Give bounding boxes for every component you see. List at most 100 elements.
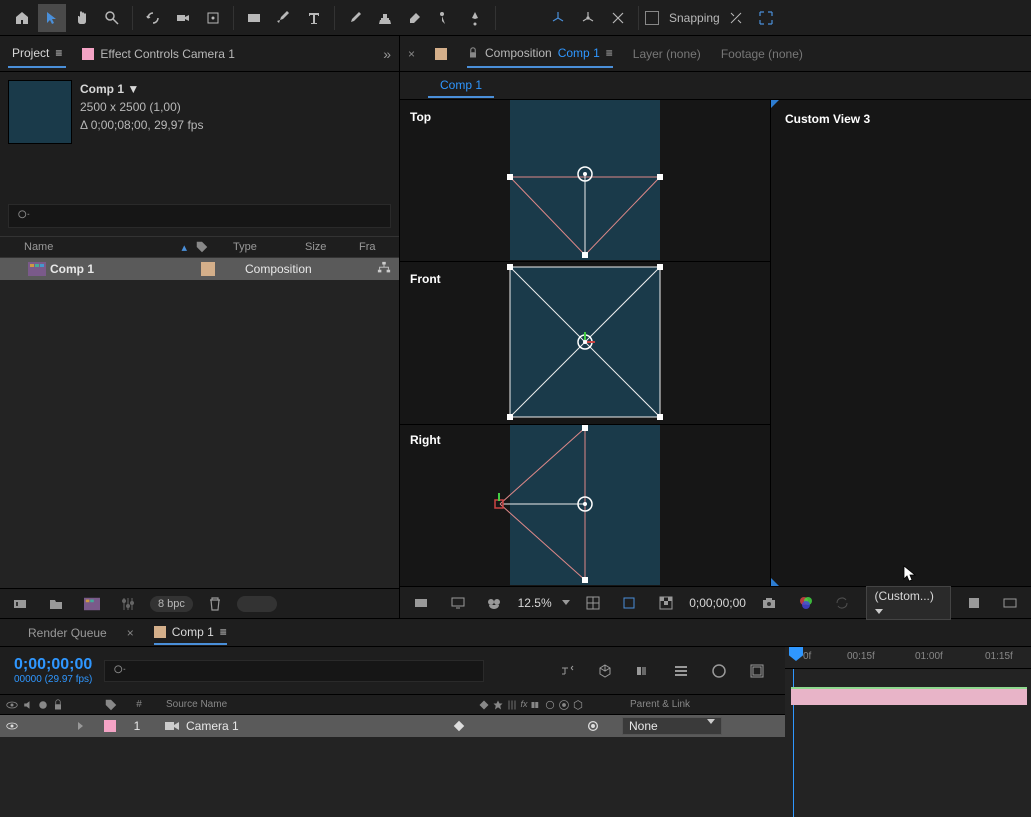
solo-icon[interactable] — [38, 700, 48, 710]
render-queue-tab[interactable]: Render Queue — [28, 622, 107, 644]
motion-blur-button[interactable] — [667, 657, 695, 685]
refresh-disabled-button[interactable] — [829, 589, 856, 617]
snapshot-button[interactable] — [756, 589, 783, 617]
timeline-empty-rows[interactable] — [0, 737, 785, 817]
audio-icon[interactable] — [22, 699, 34, 711]
hand-tool[interactable] — [68, 4, 96, 32]
axis-local-button[interactable] — [544, 4, 572, 32]
transparency-grid-button[interactable] — [653, 589, 680, 617]
search-toggle[interactable] — [237, 596, 277, 612]
label-icon[interactable] — [104, 698, 118, 712]
project-empty-area[interactable] — [0, 280, 399, 588]
timeline-layer-row[interactable]: 1 Camera 1 None — [0, 715, 785, 737]
parent-dropdown[interactable]: None — [622, 717, 722, 735]
orbit-tool[interactable] — [139, 4, 167, 32]
pickwhip-icon[interactable] — [586, 719, 600, 733]
camera-tool[interactable] — [169, 4, 197, 32]
composition-button[interactable] — [743, 657, 771, 685]
pixel-aspect-button[interactable] — [997, 589, 1024, 617]
puppet-tool[interactable] — [461, 4, 489, 32]
axis-view-button[interactable] — [604, 4, 632, 32]
timeline-timecode[interactable]: 0;00;00;00 — [14, 656, 92, 674]
panel-overflow-button[interactable]: » — [383, 46, 391, 62]
zoom-level[interactable]: 12.5% — [518, 596, 552, 610]
new-comp-button[interactable] — [78, 590, 106, 618]
panel-menu-icon[interactable]: ≡ — [606, 46, 613, 60]
draft-3d-button[interactable] — [591, 657, 619, 685]
clone-stamp-tool[interactable] — [371, 4, 399, 32]
snapping-checkbox[interactable] — [645, 11, 659, 25]
shy-switch[interactable] — [452, 719, 466, 733]
pan-behind-tool[interactable] — [199, 4, 227, 32]
view-top[interactable]: Top — [400, 100, 770, 262]
project-thumbnail[interactable] — [8, 80, 72, 144]
rectangle-tool[interactable] — [240, 4, 268, 32]
current-time[interactable]: 0;00;00;00 — [689, 596, 746, 610]
view-custom[interactable]: Custom View 3 — [770, 100, 1031, 586]
new-folder-button[interactable] — [42, 590, 70, 618]
text-tool[interactable] — [300, 4, 328, 32]
snap-edge-button[interactable] — [722, 4, 750, 32]
panel-menu-icon[interactable]: ≡ — [220, 625, 227, 639]
selection-tool[interactable] — [38, 4, 66, 32]
timeline-ruler[interactable]: 0f 00:15f 01:00f 01:15f — [785, 647, 1031, 669]
layer-color-swatch[interactable] — [104, 720, 116, 732]
timeline-comp-tab[interactable]: Comp 1 ≡ — [154, 621, 227, 645]
home-button[interactable] — [8, 4, 36, 32]
roto-brush-tool[interactable] — [431, 4, 459, 32]
zoom-dropdown-icon[interactable] — [562, 600, 570, 605]
adjustment-button[interactable] — [114, 590, 142, 618]
interpret-footage-button[interactable] — [6, 590, 34, 618]
effect-controls-swatch — [82, 48, 94, 60]
comp-mini-flowchart-button[interactable] — [553, 657, 581, 685]
delete-button[interactable] — [201, 590, 229, 618]
region-button[interactable] — [616, 589, 643, 617]
mask-button[interactable] — [481, 589, 508, 617]
timeline-track-area[interactable]: 0f 00:15f 01:00f 01:15f — [785, 647, 1031, 817]
graph-editor-button[interactable] — [705, 657, 733, 685]
zoom-tool[interactable] — [98, 4, 126, 32]
snap-expand-button[interactable] — [752, 4, 780, 32]
view-layout-dropdown[interactable]: (Custom...) — [866, 586, 951, 620]
bpc-indicator[interactable]: 8 bpc — [150, 596, 193, 612]
column-framerate[interactable]: Fra — [359, 241, 399, 253]
eye-icon[interactable] — [6, 699, 18, 711]
3d-view-button[interactable] — [961, 589, 988, 617]
channel-button[interactable] — [792, 589, 819, 617]
project-item-row[interactable]: Comp 1 Composition — [0, 258, 399, 280]
brush-tool[interactable] — [341, 4, 369, 32]
column-number[interactable]: # — [122, 699, 156, 710]
axis-world-button[interactable] — [574, 4, 602, 32]
column-type[interactable]: Type — [209, 241, 305, 253]
cti-head-icon[interactable] — [789, 647, 803, 661]
layer-duration-bar[interactable] — [791, 687, 1027, 705]
project-tab[interactable]: Project ≡ — [8, 40, 66, 68]
panel-menu-icon[interactable]: ≡ — [55, 46, 62, 60]
effect-controls-tab[interactable]: Effect Controls Camera 1 — [78, 41, 239, 67]
close-viewer-button[interactable]: × — [408, 47, 415, 61]
lock-icon[interactable] — [52, 699, 64, 711]
visibility-toggle[interactable] — [6, 720, 18, 732]
eraser-tool[interactable] — [401, 4, 429, 32]
always-preview-button[interactable] — [408, 589, 435, 617]
monitor-button[interactable] — [445, 589, 472, 617]
column-name[interactable]: Name ▴ — [0, 241, 195, 254]
comp-subtab-active[interactable]: Comp 1 — [428, 74, 494, 98]
project-comp-name[interactable]: Comp 1 ▼ — [80, 80, 391, 98]
footage-tab[interactable]: Footage (none) — [721, 41, 803, 67]
layer-tab[interactable]: Layer (none) — [633, 41, 701, 67]
label-icon[interactable] — [195, 240, 209, 254]
column-parent[interactable]: Parent & Link — [616, 699, 785, 710]
view-right[interactable]: Right — [400, 425, 770, 586]
composition-tab[interactable]: Composition Comp 1 ≡ — [467, 40, 613, 68]
resolution-button[interactable] — [580, 589, 607, 617]
timeline-search[interactable] — [104, 660, 484, 682]
expand-arrow-icon[interactable] — [78, 722, 83, 730]
frame-blend-button[interactable] — [629, 657, 657, 685]
project-search[interactable] — [8, 204, 391, 228]
pen-tool[interactable] — [270, 4, 298, 32]
view-front[interactable]: Front — [400, 262, 770, 424]
column-source-name[interactable]: Source Name — [156, 699, 446, 710]
column-size[interactable]: Size — [305, 241, 359, 253]
close-timeline-tab[interactable]: × — [127, 626, 134, 640]
